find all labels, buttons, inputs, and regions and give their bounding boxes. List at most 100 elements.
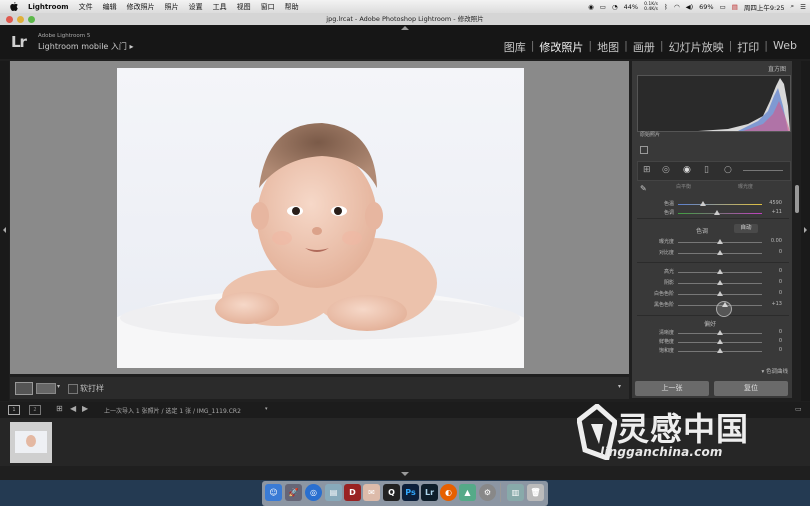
loupe-view-icon[interactable]	[15, 382, 33, 395]
spot-removal-icon[interactable]: ◎	[662, 165, 670, 175]
slider-value[interactable]: 0	[766, 268, 782, 274]
wifi-icon[interactable]: ◠	[674, 3, 680, 11]
panel-scrollbar[interactable]	[795, 185, 799, 213]
slider-value[interactable]: 4590	[766, 200, 782, 206]
slider-thumb[interactable]	[717, 348, 723, 353]
menu-tools[interactable]: 工具	[213, 2, 227, 12]
eyedropper-icon[interactable]: ✎	[640, 184, 647, 193]
battery-ring-icon[interactable]: ◔	[612, 3, 618, 11]
bluetooth-icon[interactable]: ᛒ	[664, 3, 668, 11]
radial-filter-icon[interactable]: ○	[724, 165, 732, 175]
mail-icon[interactable]: ✉	[363, 484, 380, 501]
module-book[interactable]: 画册	[628, 39, 660, 55]
network-speed[interactable]: 0.1K/s 0.4K/s	[644, 2, 658, 12]
filmstrip-path[interactable]: 上一次导入 1 张照片 / 选定 1 张 / IMG_1119.CR2	[104, 406, 241, 415]
slider-row[interactable]: 曝光度 0.00	[634, 238, 784, 247]
window-1-button[interactable]: 1	[8, 405, 20, 415]
path-dropdown-icon[interactable]: ▾	[265, 406, 268, 412]
grid-icon[interactable]: ⊞	[56, 404, 63, 413]
slider-row[interactable]: 高光 0	[634, 268, 784, 277]
menu-window[interactable]: 窗口	[261, 2, 275, 12]
graduated-filter-icon[interactable]: ▯	[704, 165, 709, 175]
volume-icon[interactable]: ◀)	[686, 3, 694, 11]
slider-value[interactable]: 0	[766, 249, 782, 255]
clock[interactable]: 周四上午9:25	[744, 2, 785, 12]
crop-icon[interactable]: ⊞	[643, 165, 651, 175]
diablo-icon[interactable]: D	[344, 484, 361, 501]
filmstrip-toggle-icon[interactable]	[401, 472, 409, 476]
forward-arrow-icon[interactable]: ▶	[82, 404, 88, 413]
safari-icon[interactable]: ◎	[305, 484, 322, 501]
slider-value[interactable]: +11	[766, 209, 782, 215]
close-window-icon[interactable]	[6, 16, 13, 23]
top-panel-toggle-icon[interactable]	[401, 26, 409, 30]
module-develop[interactable]: 修改照片	[534, 39, 588, 55]
launchpad-icon[interactable]: 🚀	[285, 484, 302, 501]
slider-value[interactable]: 0	[766, 290, 782, 296]
battery-icon[interactable]: ▭	[720, 3, 726, 11]
slider-row[interactable]: 色温 4590	[634, 200, 784, 209]
brush-slider[interactable]	[743, 170, 783, 171]
module-print[interactable]: 打印	[732, 39, 764, 55]
slider-thumb[interactable]	[717, 269, 723, 274]
module-library[interactable]: 图库	[499, 39, 531, 55]
preview-icon[interactable]: ▤	[325, 484, 342, 501]
slider-row[interactable]: 鲜艳度 0	[634, 338, 784, 347]
spotlight-icon[interactable]: ⌕	[791, 2, 795, 11]
original-photo-checkbox[interactable]	[640, 146, 648, 154]
slider-value[interactable]: +13	[766, 301, 782, 307]
slider-value[interactable]: 0	[766, 329, 782, 335]
slider-row[interactable]: 色调 +11	[634, 209, 784, 218]
menu-photo[interactable]: 照片	[165, 2, 179, 12]
chevron-down-icon[interactable]: ▾	[57, 383, 60, 390]
panel-tab-2[interactable]: 曝光度	[738, 183, 753, 190]
slider-value[interactable]: 0	[766, 347, 782, 353]
slider-row[interactable]: 饱和度 0	[634, 347, 784, 356]
notification-icon[interactable]: ☰	[800, 3, 806, 11]
left-panel-toggle[interactable]	[0, 61, 9, 401]
display-icon[interactable]: ▭	[600, 3, 606, 11]
record-icon[interactable]: ◉	[588, 3, 594, 11]
back-arrow-icon[interactable]: ◀	[70, 404, 76, 413]
previous-button[interactable]: 上一张	[635, 381, 709, 396]
module-slideshow[interactable]: 幻灯片放映	[664, 39, 729, 55]
minimize-window-icon[interactable]	[17, 16, 24, 23]
menu-app-name[interactable]: Lightroom	[28, 3, 69, 11]
filmstrip-thumbnail[interactable]	[10, 422, 52, 463]
histogram[interactable]	[637, 75, 791, 132]
slider-row[interactable]: 清晰度 0	[634, 329, 784, 338]
menu-edit[interactable]: 编辑	[103, 2, 117, 12]
slider-row[interactable]: 对比度 0	[634, 249, 784, 258]
slider-row[interactable]: 白色色阶 0	[634, 290, 784, 299]
red-eye-icon[interactable]: ◉	[683, 165, 691, 175]
panel-tab-1[interactable]: 白平衡	[676, 183, 691, 190]
slider-thumb[interactable]	[717, 250, 723, 255]
slider-thumb[interactable]	[717, 330, 723, 335]
reset-button[interactable]: 复位	[714, 381, 788, 396]
downloads-icon[interactable]: ▥	[507, 484, 524, 501]
slider-thumb[interactable]	[717, 291, 723, 296]
photoshop-icon[interactable]: Ps	[402, 484, 419, 501]
trash-icon[interactable]: 🗑	[527, 484, 544, 501]
slider-thumb[interactable]	[714, 210, 721, 215]
histogram-title[interactable]: 直方图	[768, 64, 786, 73]
slider-thumb[interactable]	[700, 201, 707, 206]
qq-icon[interactable]: Q	[383, 484, 400, 501]
menu-develop[interactable]: 修改照片	[127, 2, 155, 12]
baby-photo[interactable]	[117, 68, 524, 368]
before-after-icon[interactable]	[36, 383, 56, 394]
slider-value[interactable]: 0	[766, 338, 782, 344]
slider-track[interactable]	[678, 204, 762, 205]
menu-settings[interactable]: 设置	[189, 2, 203, 12]
module-map[interactable]: 地图	[592, 39, 624, 55]
slider-row[interactable]: 黑色色阶 +13	[634, 301, 784, 310]
menu-view[interactable]: 视图	[237, 2, 251, 12]
slider-value[interactable]: 0	[766, 279, 782, 285]
slider-row[interactable]: 阴影 0	[634, 279, 784, 288]
slider-thumb[interactable]	[717, 239, 723, 244]
menu-file[interactable]: 文件	[79, 2, 93, 12]
firefox-icon[interactable]: ◐	[440, 484, 457, 501]
mobile-get-started[interactable]: Lightroom mobile 入门 ▸	[38, 41, 133, 52]
finder-icon[interactable]: ☺	[265, 484, 282, 501]
tone-curve-header[interactable]: ▾ 色调曲线	[640, 367, 788, 375]
